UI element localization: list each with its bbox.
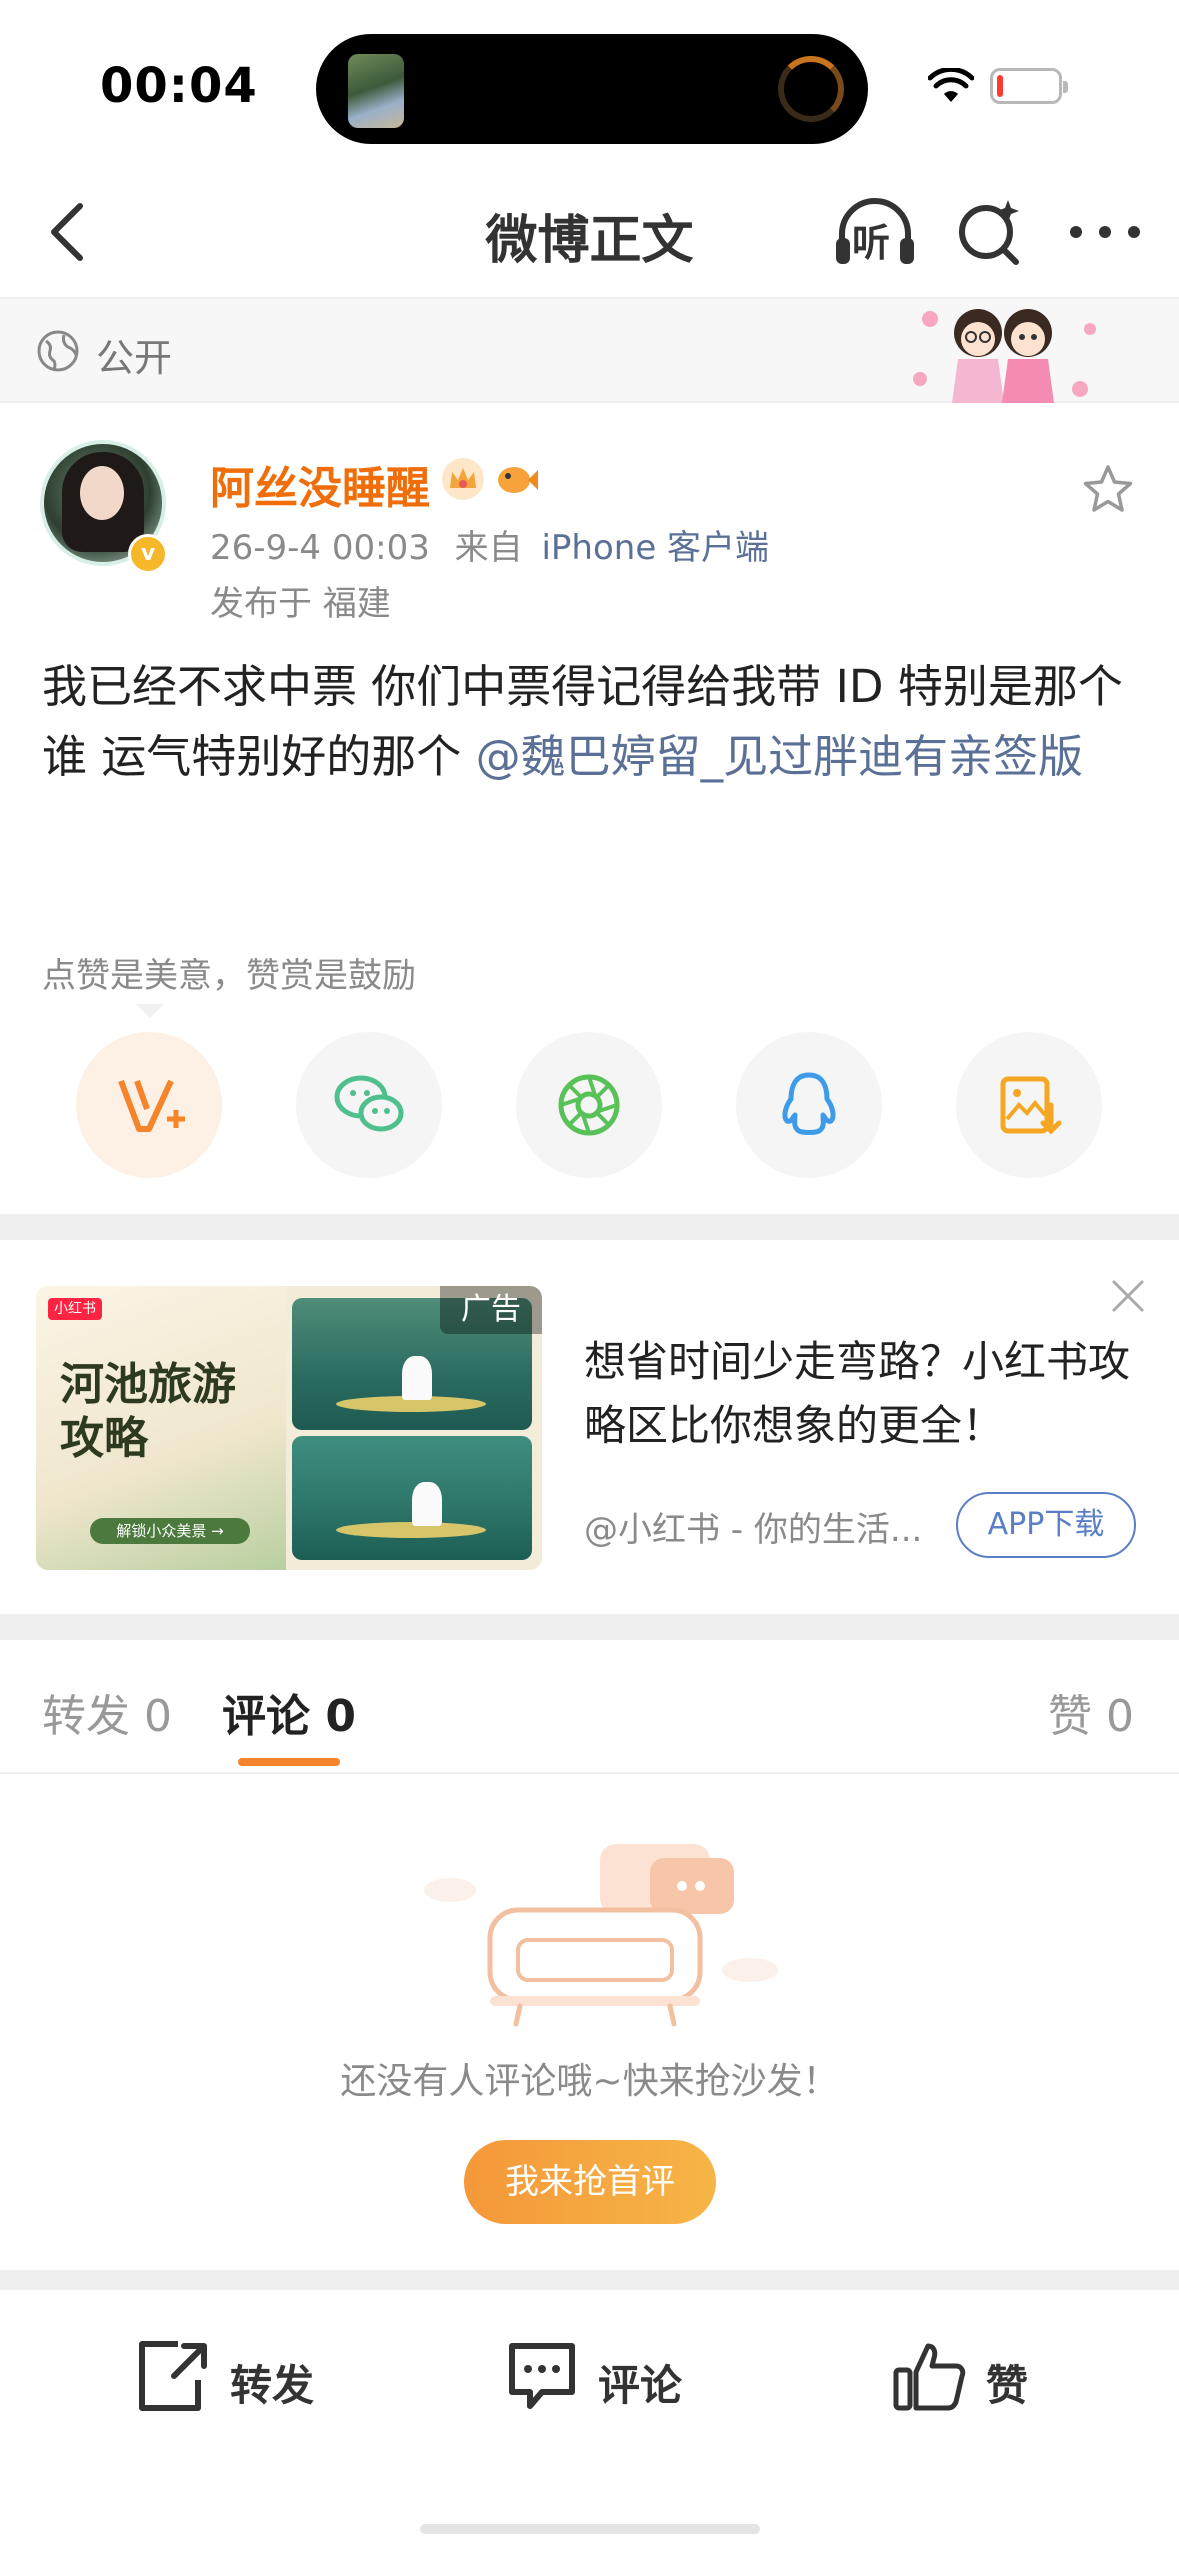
tip-pointer bbox=[136, 1004, 164, 1018]
sofa-icon bbox=[424, 1844, 778, 2027]
repost-icon bbox=[139, 2341, 207, 2411]
verified-badge-icon: v bbox=[128, 534, 168, 574]
reward-icon bbox=[118, 1079, 185, 1132]
active-tab-indicator bbox=[238, 1758, 340, 1766]
ad-boat bbox=[336, 1522, 486, 1538]
listen-button[interactable]: 听 bbox=[830, 190, 920, 276]
qq-icon bbox=[782, 1072, 836, 1135]
reward-button[interactable] bbox=[76, 1032, 222, 1178]
post-source[interactable]: iPhone 客户端 bbox=[541, 528, 769, 568]
comment-label: 评论 bbox=[598, 2361, 683, 2410]
listen-label: 听 bbox=[852, 221, 891, 265]
bottom-action-bar: 转发 评论 赞 bbox=[0, 2290, 1179, 2556]
repost-button[interactable]: 转发 bbox=[134, 2330, 354, 2420]
cartoon-girls-decoration bbox=[913, 309, 1096, 403]
repost-label: 转发 bbox=[230, 2361, 315, 2410]
battery-level bbox=[997, 75, 1003, 97]
comment-icon bbox=[509, 2343, 575, 2409]
battery-icon bbox=[990, 68, 1068, 104]
app-download-button[interactable]: APP下载 bbox=[956, 1492, 1136, 1558]
ad-source: @小红书 - 你的生活... bbox=[584, 1510, 923, 1550]
section-divider bbox=[0, 1214, 1179, 1240]
username[interactable]: 阿丝没睡醒 bbox=[210, 452, 430, 516]
avatar-face bbox=[80, 466, 124, 520]
qq-share-button[interactable] bbox=[736, 1032, 882, 1178]
dynamic-island[interactable] bbox=[316, 34, 868, 144]
interaction-tabs: 转发 0 评论 0 赞 0 bbox=[0, 1640, 1179, 1774]
wechat-icon bbox=[334, 1075, 404, 1132]
mention-link[interactable]: @魏巴婷留_见过胖迪有亲签版 bbox=[476, 730, 1084, 783]
ad-title[interactable]: 想省时间少走弯路？小红书攻略区比你想象的更全！ bbox=[584, 1330, 1144, 1458]
ad-figure bbox=[412, 1482, 442, 1526]
thumbs-up-icon bbox=[893, 2343, 966, 2411]
crown-badge-icon[interactable] bbox=[440, 456, 486, 502]
post-text: 我已经不求中票 你们中票得记得给我带 ID 特别是那个谁 运气特别好的那个 @魏… bbox=[42, 652, 1142, 792]
post-location: 发布于 福建 bbox=[210, 584, 391, 624]
section-divider bbox=[0, 2270, 1179, 2290]
now-playing-thumbnail[interactable] bbox=[348, 54, 404, 128]
home-indicator bbox=[420, 2524, 760, 2534]
from-prefix: 来自 bbox=[454, 528, 523, 568]
visibility-row: 公开 bbox=[0, 297, 1179, 403]
empty-comments-message: 还没有人评论哦~快来抢沙发！ bbox=[340, 2061, 839, 2102]
visibility-label: 公开 bbox=[96, 336, 173, 380]
tab-likes[interactable]: 赞 0 bbox=[1048, 1680, 1134, 1744]
reward-tip: 点赞是美意，赞赏是鼓励 bbox=[42, 956, 416, 996]
comment-button[interactable]: 评论 bbox=[502, 2330, 722, 2420]
section-divider bbox=[0, 1614, 1179, 1640]
moments-icon bbox=[558, 1074, 620, 1136]
wifi-icon bbox=[928, 68, 974, 102]
globe-icon bbox=[37, 330, 79, 372]
ad-image-cta: 解锁小众美景 → bbox=[90, 1518, 250, 1544]
nav-bar: 微博正文 听 bbox=[0, 170, 1179, 300]
ad-image-brand: 小红书 bbox=[48, 1298, 102, 1320]
more-icon[interactable] bbox=[1060, 192, 1150, 272]
status-bar: 00:04 bbox=[0, 0, 1179, 170]
search-icon[interactable] bbox=[950, 192, 1030, 272]
tab-reposts[interactable]: 转发 0 bbox=[42, 1680, 172, 1744]
post-meta: 26-9-4 00:03 来自 iPhone 客户端 bbox=[210, 520, 769, 569]
moments-share-button[interactable] bbox=[516, 1032, 662, 1178]
post-time: 26-9-4 00:03 bbox=[210, 528, 430, 568]
status-time: 00:04 bbox=[100, 58, 258, 114]
close-icon[interactable] bbox=[1108, 1276, 1148, 1316]
tab-comments[interactable]: 评论 0 bbox=[222, 1680, 356, 1744]
share-row bbox=[0, 1032, 1179, 1182]
save-image-button[interactable] bbox=[956, 1032, 1102, 1178]
like-label: 赞 bbox=[986, 2361, 1029, 2410]
ad-tag: 广告 bbox=[440, 1286, 542, 1334]
ad-figure bbox=[402, 1356, 432, 1400]
like-button[interactable]: 赞 bbox=[890, 2330, 1070, 2420]
wechat-share-button[interactable] bbox=[296, 1032, 442, 1178]
first-comment-button[interactable]: 我来抢首评 bbox=[464, 2140, 716, 2224]
save-image-icon bbox=[1000, 1076, 1062, 1135]
favorite-star-icon[interactable] bbox=[1080, 462, 1136, 518]
ad-image-title-2: 攻略 bbox=[60, 1413, 148, 1464]
activity-ring-icon bbox=[778, 56, 844, 122]
fish-badge-icon[interactable] bbox=[492, 456, 538, 502]
